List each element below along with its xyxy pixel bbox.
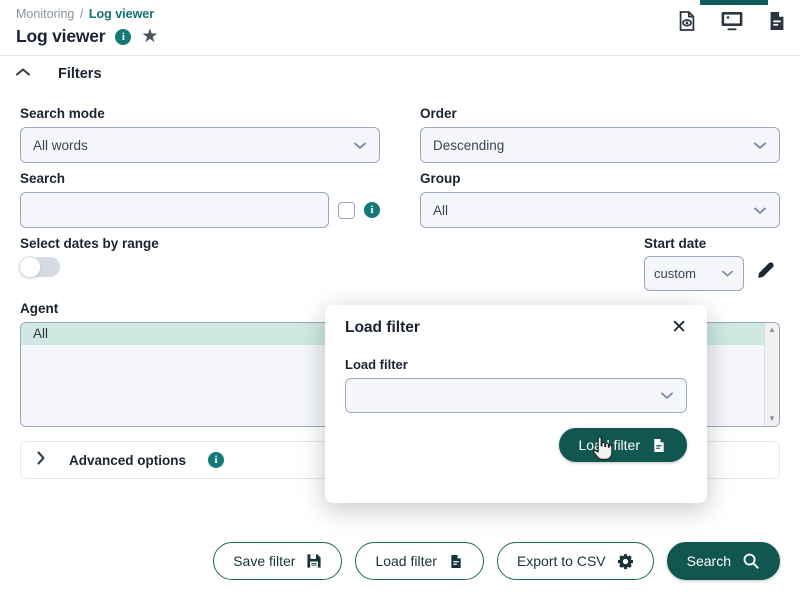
form-row-1: Search mode All words Order Descending: [0, 98, 800, 163]
search-label: Search: [20, 171, 66, 186]
search-mode-label: Search mode: [20, 106, 105, 121]
filters-collapse-bar[interactable]: Filters: [0, 56, 800, 92]
monitor-icon[interactable]: [720, 10, 744, 32]
date-range-toggle[interactable]: [19, 256, 60, 278]
group-field: Group All: [400, 163, 800, 228]
group-select[interactable]: All: [420, 192, 780, 228]
load-filter-modal: Load filter ✕ Load filter Load filter: [325, 305, 707, 503]
order-value: Descending: [433, 137, 505, 153]
title-row: Log viewer i ★: [16, 26, 784, 47]
toggle-knob: [19, 256, 41, 278]
edit-pencil-icon[interactable]: [756, 260, 776, 285]
header-actions: [676, 10, 788, 32]
mouse-cursor-pointer: [592, 436, 613, 466]
modal-title: Load filter: [345, 319, 420, 336]
document-lines-icon[interactable]: [766, 10, 788, 32]
order-select[interactable]: Descending: [420, 127, 780, 163]
date-range-toggle-field: Select dates by range: [0, 228, 400, 291]
scroll-down-icon[interactable]: ▼: [768, 415, 776, 423]
start-date-label: Start date: [644, 236, 707, 251]
info-icon[interactable]: i: [115, 28, 132, 45]
order-field: Order Descending: [400, 98, 800, 163]
search-input[interactable]: [20, 192, 329, 228]
document-lines-icon: [448, 553, 464, 570]
order-label: Order: [420, 106, 457, 121]
page-header: Monitoring / Log viewer Log viewer i ★: [0, 0, 800, 56]
form-row-2: Search i Group All: [0, 163, 800, 228]
chevron-down-icon: [660, 388, 674, 403]
chevron-up-icon[interactable]: [14, 65, 32, 83]
modal-actions: Load filter: [345, 428, 687, 462]
load-filter-label: Load filter: [375, 553, 437, 569]
start-date-value: custom: [654, 266, 696, 281]
search-checkbox[interactable]: [338, 201, 355, 219]
search-mode-field: Search mode All words: [0, 98, 400, 163]
log-viewer-page: Monitoring / Log viewer Log viewer i ★ F…: [0, 0, 800, 600]
group-value: All: [433, 202, 449, 218]
breadcrumb: Monitoring / Log viewer: [16, 6, 784, 22]
chevron-down-icon: [753, 139, 767, 152]
modal-header: Load filter ✕: [345, 318, 687, 337]
document-eye-icon[interactable]: [676, 10, 698, 32]
group-label: Group: [420, 171, 461, 186]
save-filter-label: Save filter: [233, 553, 296, 569]
search-button-label: Search: [686, 553, 731, 569]
form-row-3: Select dates by range Start date custom: [0, 228, 800, 291]
start-date-col: Start date custom: [400, 228, 800, 291]
page-title: Log viewer: [16, 26, 106, 46]
date-range-label: Select dates by range: [20, 236, 159, 251]
modal-filter-select[interactable]: [345, 378, 687, 413]
advanced-options-label: Advanced options: [69, 452, 187, 468]
modal-load-filter-button[interactable]: Load filter: [558, 428, 687, 462]
load-filter-button[interactable]: Load filter: [355, 542, 484, 580]
document-lines-icon: [651, 437, 667, 454]
breadcrumb-separator: /: [79, 7, 84, 21]
start-date-wrap: Start date custom: [420, 228, 780, 291]
star-icon[interactable]: ★: [141, 27, 158, 46]
search-icon: [742, 552, 760, 570]
chevron-down-icon: [753, 204, 767, 217]
chevron-right-icon[interactable]: [35, 449, 47, 472]
chevron-down-icon: [721, 266, 734, 281]
breadcrumb-parent[interactable]: Monitoring: [16, 7, 74, 21]
export-csv-label: Export to CSV: [516, 553, 606, 569]
gear-icon: [617, 553, 634, 570]
footer-actions: Save filter Load filter Export to CSV Se…: [0, 542, 800, 580]
start-date-select[interactable]: custom: [644, 256, 744, 291]
agent-scrollbar[interactable]: ▲ ▼: [764, 323, 779, 426]
filters-label: Filters: [58, 66, 102, 82]
save-filter-button[interactable]: Save filter: [213, 542, 343, 580]
search-button[interactable]: Search: [666, 542, 780, 580]
save-icon: [306, 553, 322, 569]
search-info-icon[interactable]: i: [364, 202, 380, 218]
search-mode-value: All words: [33, 137, 88, 153]
breadcrumb-current[interactable]: Log viewer: [89, 7, 154, 21]
advanced-options-info-icon[interactable]: i: [208, 452, 225, 468]
search-row: i: [20, 192, 380, 228]
search-field: Search i: [0, 163, 400, 228]
chevron-down-icon: [353, 139, 367, 152]
start-date-field: Start date custom: [644, 228, 744, 291]
modal-field-label: Load filter: [345, 357, 408, 372]
search-mode-select[interactable]: All words: [20, 127, 380, 163]
close-icon[interactable]: ✕: [671, 318, 687, 337]
export-csv-button[interactable]: Export to CSV: [496, 542, 654, 580]
scroll-up-icon[interactable]: ▲: [768, 326, 776, 334]
